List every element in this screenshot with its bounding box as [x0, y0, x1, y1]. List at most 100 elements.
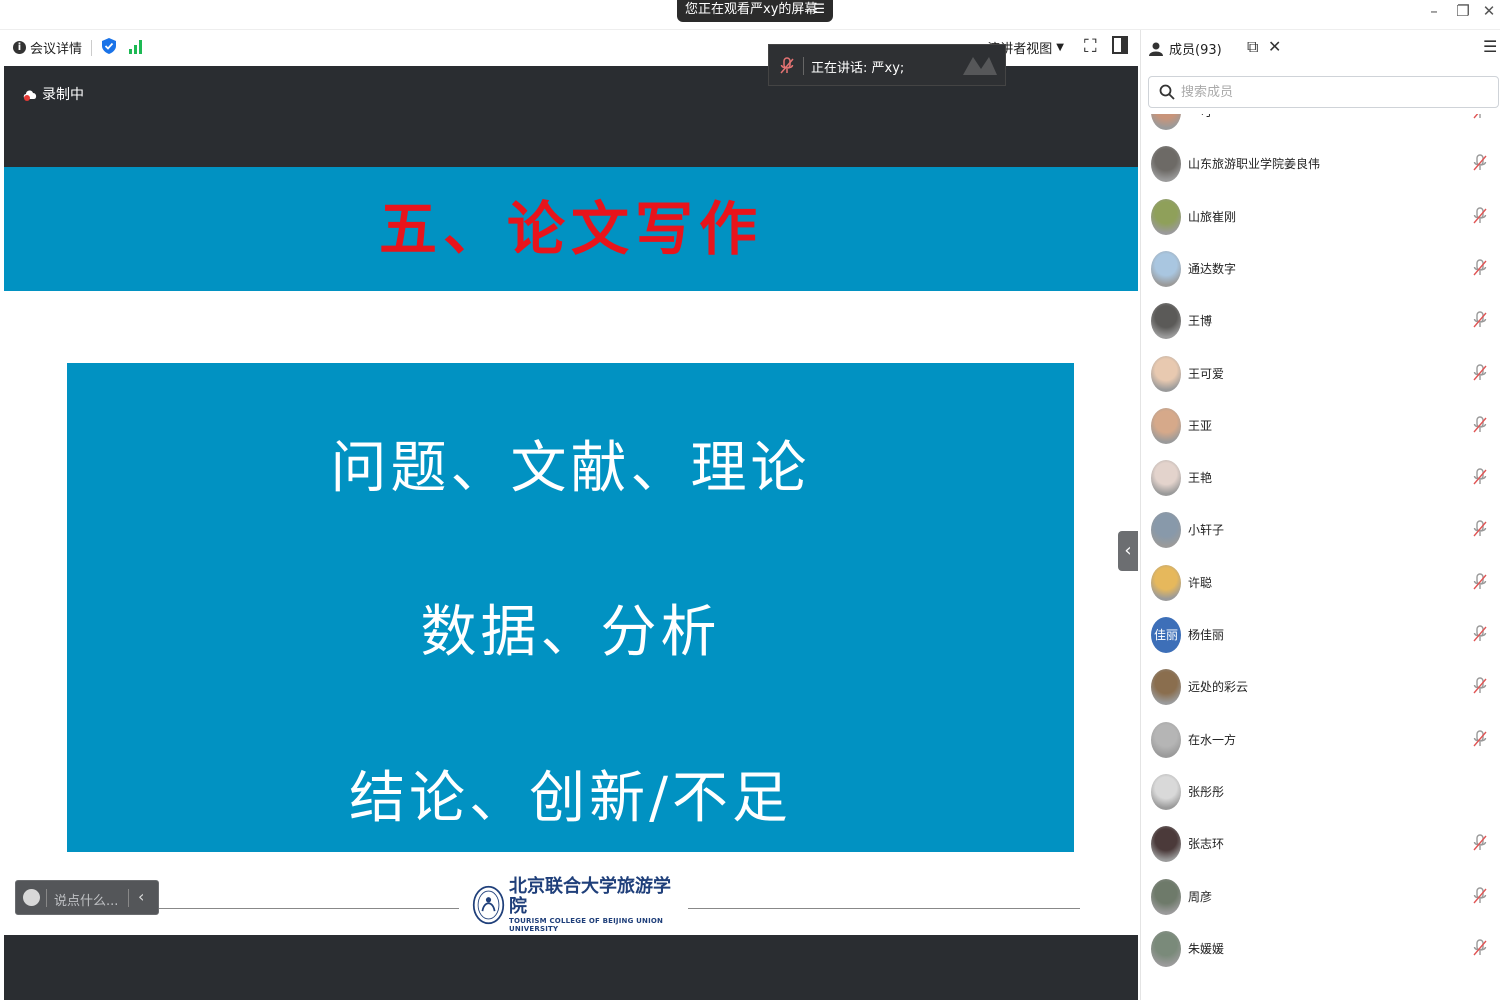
college-name-cn: 北京联合大学旅游学院 — [509, 876, 672, 917]
chevron-left-icon[interactable]: ‹ — [138, 887, 144, 906]
member-name: 一可 — [1188, 114, 1212, 120]
member-name: 在水一方 — [1188, 732, 1237, 747]
member-name: 小轩子 — [1188, 523, 1225, 538]
slide-line-3: 结论、创新/不足 — [349, 766, 792, 831]
slide-line-1: 问题、文献、理论 — [330, 436, 811, 501]
college-emblem-icon — [472, 885, 505, 925]
toolbar-divider — [91, 40, 92, 56]
member-row[interactable]: 佳丽 杨佳丽 — [1141, 609, 1500, 661]
members-panel: 成员(93) ⧉ ✕ ☰ 一可山东旅游职业学院姜良伟山旅崔刚通达数字王博王可爱王… — [1140, 30, 1500, 1000]
member-row[interactable]: 张彤彤 — [1141, 766, 1500, 818]
presentation-slide: 五、论文写作 问题、文献、理论 数据、分析 结论、创新/不足 北京联合大学旅游学… — [4, 167, 1138, 935]
mic-muted-icon — [1473, 416, 1487, 433]
avatar — [1151, 355, 1181, 392]
member-name: 许聪 — [1188, 575, 1213, 590]
mic-muted-icon — [1473, 311, 1487, 328]
restore-icon[interactable]: ❐ — [1452, 2, 1474, 20]
security-button[interactable] — [102, 38, 116, 54]
mic-muted-icon — [1473, 939, 1487, 956]
signal-icon — [129, 40, 142, 54]
member-row[interactable]: 王亚 — [1141, 400, 1500, 452]
mic-muted-icon — [1473, 834, 1487, 851]
info-icon: i — [13, 41, 26, 54]
shared-screen-stage: 录制中 五、论文写作 问题、文献、理论 数据、分析 结论、创新/不足 北京联合大… — [4, 66, 1138, 1000]
fullscreen-icon[interactable]: ⛶ — [1084, 36, 1097, 57]
avatar — [1151, 460, 1181, 497]
member-name: 山东旅游职业学院姜良伟 — [1188, 157, 1321, 172]
avatar — [1151, 146, 1181, 183]
mic-muted-icon — [1473, 206, 1487, 224]
member-row[interactable]: 小轩子 — [1141, 504, 1500, 556]
search-input[interactable] — [1181, 82, 1481, 102]
avatar — [1151, 564, 1181, 601]
member-name: 王博 — [1188, 314, 1213, 329]
recording-label: 录制中 — [42, 87, 84, 103]
member-row[interactable]: 王博 — [1141, 295, 1500, 347]
member-search[interactable] — [1148, 76, 1499, 108]
more-menu-icon[interactable]: ☰ — [1483, 37, 1497, 56]
close-panel-icon[interactable]: ✕ — [1268, 37, 1281, 56]
member-name: 杨佳丽 — [1188, 628, 1225, 642]
sidebar-toggle-icon[interactable] — [1112, 36, 1128, 54]
meeting-details-button[interactable]: i 会议详情 — [13, 38, 82, 57]
avatar — [1151, 198, 1181, 235]
member-row[interactable]: 王可爱 — [1141, 348, 1500, 400]
share-banner[interactable]: 您正在观看严xy的屏幕 ☰ — [677, 0, 833, 22]
member-name: 王艳 — [1188, 471, 1213, 486]
minimize-icon[interactable]: – — [1423, 2, 1445, 20]
member-row[interactable]: 山旅崔刚 — [1141, 191, 1500, 243]
member-row[interactable]: 张志环 — [1141, 818, 1500, 870]
member-row[interactable]: 周彦 — [1141, 871, 1500, 923]
avatar — [1151, 512, 1181, 549]
mic-muted-icon — [1473, 154, 1487, 171]
emoji-icon[interactable] — [23, 889, 40, 906]
members-count-label: 成员(93) — [1169, 43, 1222, 58]
slide-title: 五、论文写作 — [378, 195, 763, 263]
member-row[interactable]: 远处的彩云 — [1141, 661, 1500, 713]
member-list: 一可山东旅游职业学院姜良伟山旅崔刚通达数字王博王可爱王亚王艳小轩子许聪佳丽杨佳丽… — [1141, 114, 1500, 1000]
member-row[interactable]: 许聪 — [1141, 557, 1500, 609]
member-name: 山旅崔刚 — [1188, 209, 1237, 224]
title-bar: 您正在观看严xy的屏幕 ☰ – ❐ ✕ — [0, 0, 1500, 30]
member-name: 周彦 — [1188, 889, 1213, 904]
network-signal[interactable] — [129, 40, 142, 54]
avatar — [1151, 114, 1181, 130]
footer-rule-right — [688, 908, 1080, 909]
chevron-down-icon: ▼ — [1056, 42, 1064, 53]
member-name: 朱媛媛 — [1188, 941, 1225, 956]
meeting-details-label: 会议详情 — [30, 42, 83, 57]
member-row[interactable]: 王艳 — [1141, 452, 1500, 504]
avatar — [1151, 669, 1181, 706]
meeting-window: 您正在观看严xy的屏幕 ☰ – ❐ ✕ i 会议详情 ▮▮ 演讲者视图 ▼ — [0, 0, 1500, 1000]
chat-input[interactable]: 说点什么... ‹ — [15, 880, 159, 915]
avatar — [1151, 303, 1181, 340]
popout-icon[interactable]: ⧉ — [1247, 37, 1258, 57]
panel-collapse-handle[interactable]: ‹ — [1118, 531, 1138, 571]
member-row[interactable]: 通达数字 — [1141, 243, 1500, 295]
member-name: 远处的彩云 — [1188, 680, 1249, 695]
slide-line-2: 数据、分析 — [420, 600, 721, 665]
mic-muted-icon — [1473, 259, 1487, 276]
avatar — [1151, 721, 1181, 758]
member-row[interactable]: 一可 — [1141, 114, 1500, 138]
mic-muted-icon — [780, 57, 794, 74]
menu-lines-icon[interactable]: ☰ — [813, 0, 825, 20]
member-row[interactable]: 朱媛媛 — [1141, 923, 1500, 975]
person-icon — [1149, 42, 1163, 56]
avatar — [1151, 407, 1181, 444]
recording-indicator[interactable]: 录制中 — [22, 84, 84, 104]
member-name: 王亚 — [1188, 418, 1213, 433]
avatar — [1151, 930, 1181, 967]
member-row[interactable]: 山东旅游职业学院姜良伟 — [1141, 138, 1500, 190]
member-row[interactable]: 在水一方 — [1141, 714, 1500, 766]
footer-rule-left — [156, 908, 459, 909]
members-title: 成员(93) — [1149, 39, 1222, 58]
slide-header: 五、论文写作 — [4, 167, 1138, 291]
shield-icon — [102, 38, 116, 54]
active-speaker-popup: 正在讲话: 严xy; — [768, 44, 1006, 86]
avatar: 佳丽 — [1151, 617, 1181, 653]
close-icon[interactable]: ✕ — [1478, 2, 1500, 20]
cloud-record-icon — [23, 90, 37, 101]
avatar — [1151, 826, 1181, 863]
member-name: 通达数字 — [1188, 261, 1237, 276]
